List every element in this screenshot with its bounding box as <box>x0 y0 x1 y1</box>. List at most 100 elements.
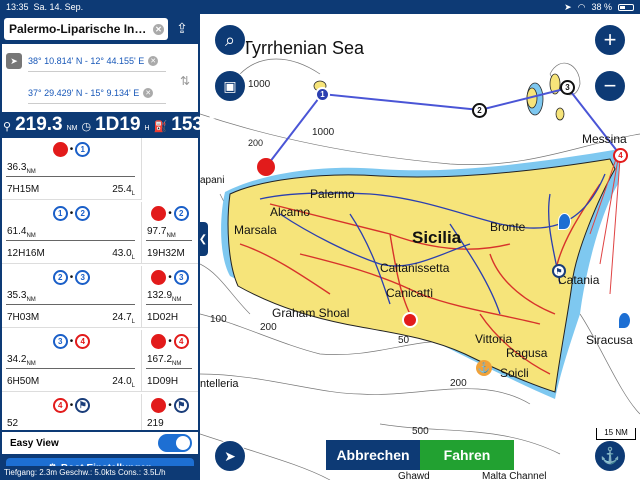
map-waypoint-3[interactable]: 3 <box>560 80 575 95</box>
share-icon: ⇪ <box>176 20 188 36</box>
route-start-marker[interactable] <box>257 158 275 176</box>
map-waypoint-4[interactable]: 4 <box>613 148 628 163</box>
leg-duration: 12H16M <box>7 248 45 259</box>
depth-label: 200 <box>450 378 467 389</box>
divider <box>6 240 135 241</box>
map-label-alcamo: Alcamo <box>270 205 311 219</box>
route-leg[interactable]: 1 • 2 61.4NM 12H16M 43.0L <box>2 202 142 264</box>
route-leg[interactable]: 2 • 3 35.3NM 7H03M 24.7L <box>2 266 142 328</box>
chevron-left-icon: ❮ <box>198 233 208 245</box>
cancel-button[interactable]: Abbrechen <box>326 440 420 470</box>
divider <box>146 304 192 305</box>
destination-flag-icon: ⚑ <box>75 398 91 413</box>
map-label-graham: Graham Shoal <box>272 306 350 320</box>
separator-dot: • <box>168 400 172 411</box>
location-arrow-icon: ➤ <box>6 53 22 69</box>
leg-distance: 132.9NM <box>147 290 182 303</box>
coordinates-box: ➤ 38° 10.814' N - 12° 44.155' E ✕ 37° 29.… <box>2 44 198 112</box>
chart-map[interactable]: 1 2 3 4 Tyrrhenian Sea Sicilia Palermo A… <box>200 14 640 480</box>
minus-icon: − <box>603 73 617 98</box>
route-start-marker <box>52 142 68 157</box>
harbor-icon[interactable] <box>402 312 418 328</box>
map-label-siracusa: Siracusa <box>586 333 633 347</box>
depth-label: 200 <box>248 138 264 148</box>
leg-distance: 219 <box>147 418 164 429</box>
leg-fuel: 43.0L <box>112 248 135 261</box>
clear-icon[interactable]: ✕ <box>143 87 154 98</box>
route-leg[interactable]: • 2 97.7NM 19H32M <box>142 202 198 264</box>
zoom-in-button[interactable]: + <box>594 24 626 56</box>
leg-duration: 7H03M <box>7 312 40 323</box>
waypoint-badge: 3 <box>173 270 189 285</box>
divider <box>6 304 135 305</box>
anchor-button[interactable]: ⚓ <box>594 440 626 472</box>
swap-icon[interactable]: ⇅ <box>180 74 196 92</box>
start-coordinate: 38° 10.814' N - 12° 44.155' E <box>28 55 145 66</box>
leg-distance: 97.7NM <box>147 226 176 239</box>
destination-flag-icon[interactable]: ⚑ <box>552 264 566 278</box>
destination-flag-icon: ⚑ <box>173 398 189 413</box>
divider <box>6 368 135 369</box>
route-leg[interactable]: • 3 132.9NM 1D02H <box>142 266 198 328</box>
leg-distance: 167.2NM <box>147 354 182 367</box>
total-fuel-unit: L <box>222 125 227 132</box>
depth-label: 500 <box>412 426 429 437</box>
total-distance: 219.3 <box>15 114 63 135</box>
route-leg[interactable]: 3 • 4 34.2NM 6H50M 24.0L <box>2 330 142 392</box>
camera-button[interactable]: ▣ <box>214 70 246 102</box>
start-navigation-button[interactable]: Fahren <box>420 440 514 470</box>
status-date: Sa. 14. Sep. <box>33 2 84 12</box>
waypoint-badge: 1 <box>52 206 68 221</box>
waypoint-badge: 4 <box>173 334 189 349</box>
clear-icon[interactable]: ✕ <box>153 23 164 35</box>
scale-bar: 15 NM <box>596 428 636 440</box>
map-label-pantelleria: ntelleria <box>200 378 239 390</box>
total-duration: 1D19 <box>95 114 141 135</box>
start-coordinate-row[interactable]: ➤ 38° 10.814' N - 12° 44.155' E ✕ <box>6 50 166 72</box>
route-leg[interactable]: • 4 167.2NM 1D09H <box>142 330 198 392</box>
depth-label: 100 <box>210 314 227 325</box>
waypoint-badge: 2 <box>173 206 189 221</box>
map-waypoint-2[interactable]: 2 <box>472 103 487 118</box>
easy-view-toggle[interactable] <box>158 434 192 452</box>
depth-label: 50 <box>398 335 410 346</box>
locate-button[interactable]: ➤ <box>214 440 246 472</box>
route-start-marker <box>151 270 167 285</box>
route-leg[interactable]: 4 • ⚑ 52 <box>2 394 142 430</box>
map-label-trapani: apani <box>200 175 225 186</box>
route-start-marker <box>151 334 167 349</box>
map-label-ghawd: Ghawd <box>398 471 430 480</box>
route-start-marker <box>151 206 167 221</box>
route-legs-list[interactable]: • 1 36.3NM 7H15M 25.4L 1 • 2 61.4NM 12H16M 43.0L • 2… <box>2 138 198 430</box>
depth-label: 200 <box>260 322 277 333</box>
map-waypoint-1[interactable]: 1 <box>315 87 330 102</box>
route-leg[interactable]: • ⚑ 219 <box>142 394 198 430</box>
map-label-marsala: Marsala <box>234 223 277 237</box>
waypoint-badge: 2 <box>52 270 68 285</box>
battery-icon <box>618 3 634 11</box>
route-leg[interactable]: • 1 36.3NM 7H15M 25.4L <box>2 138 142 200</box>
battery-percent: 38 % <box>591 2 612 12</box>
separator-dot: • <box>69 208 74 219</box>
search-icon: ⌕ <box>224 29 236 50</box>
separator-dot: • <box>168 272 172 283</box>
search-button[interactable]: ⌕ <box>214 24 246 56</box>
zoom-out-button[interactable]: − <box>594 70 626 102</box>
share-button[interactable]: ⇪ <box>172 20 192 40</box>
clear-icon[interactable]: ✕ <box>148 55 159 66</box>
leg-duration: 19H32M <box>147 248 185 259</box>
separator-dot: • <box>168 208 172 219</box>
leg-duration: 1D02H <box>147 312 179 323</box>
leg-duration: 6H50M <box>7 376 40 387</box>
route-name-field[interactable]: Palermo-Liparische In… ✕ <box>4 18 168 40</box>
marina-pin-icon[interactable] <box>558 213 571 230</box>
location-icon: ➤ <box>564 1 572 12</box>
end-coordinate-row[interactable]: 37° 29.429' N - 15° 9.134' E ✕ <box>6 82 166 104</box>
anchorage-icon[interactable]: ⚓ <box>476 360 492 376</box>
marina-pin-icon[interactable] <box>618 312 631 329</box>
panel-collapse-handle[interactable]: ❮ <box>198 222 208 256</box>
distance-icon: ⚲ <box>3 121 12 133</box>
leg-duration: 7H15M <box>7 184 40 195</box>
route-actions: Abbrechen Fahren <box>326 440 514 470</box>
separator-dot: • <box>69 144 74 155</box>
